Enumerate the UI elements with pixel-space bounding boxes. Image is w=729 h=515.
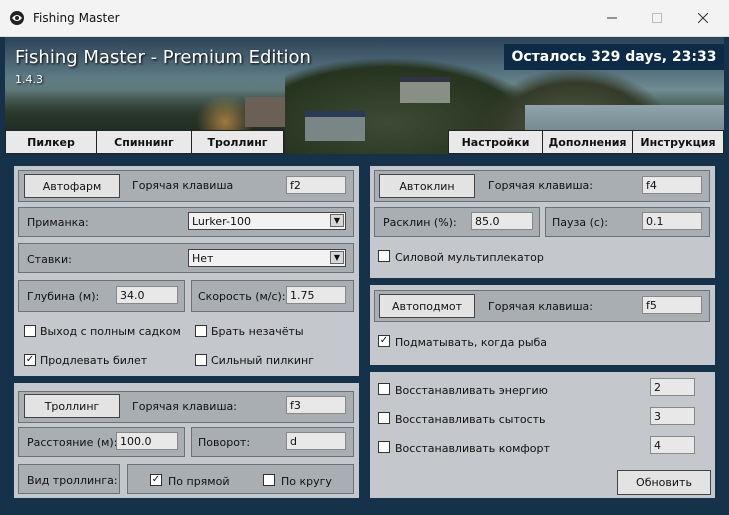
window-title: Fishing Master bbox=[33, 11, 120, 25]
minimize-button[interactable] bbox=[589, 4, 635, 32]
exit-full-checkbox[interactable] bbox=[24, 325, 36, 337]
extend-ticket-checkbox[interactable]: ✓ bbox=[24, 354, 36, 366]
comfort-checkbox[interactable] bbox=[378, 441, 390, 453]
straight-label: По прямой bbox=[168, 475, 230, 488]
depth-field[interactable]: 34.0 bbox=[116, 286, 178, 304]
pause-field[interactable]: 0.1 bbox=[642, 212, 702, 230]
app-version: 1.4.3 bbox=[15, 73, 43, 86]
satiety-label: Восстанавливать сытость bbox=[395, 413, 546, 426]
depth-label: Глубина (м): bbox=[27, 290, 100, 303]
tab-trolling[interactable]: Троллинг bbox=[191, 130, 284, 154]
distance-field[interactable]: 100.0 bbox=[116, 432, 178, 450]
bait-select[interactable]: Lurker-100 ▼ bbox=[188, 212, 346, 230]
banner-image-house bbox=[245, 97, 285, 127]
energy-label: Восстанавливать энергию bbox=[395, 384, 548, 397]
trolling-type-label: Вид троллинга: bbox=[27, 474, 118, 487]
satiety-checkbox[interactable] bbox=[378, 412, 390, 424]
app-logo-icon bbox=[10, 11, 24, 25]
turn-label: Поворот: bbox=[198, 436, 251, 449]
exit-full-label: Выход с полным садком bbox=[40, 325, 181, 338]
take-unrec-label: Брать незачёты bbox=[211, 325, 304, 338]
turn-field[interactable]: d bbox=[286, 432, 346, 450]
energy-checkbox[interactable] bbox=[378, 383, 390, 395]
subscription-timer: Осталось 329 days, 23:33 bbox=[504, 44, 724, 70]
reel-checkbox[interactable]: ✓ bbox=[378, 335, 390, 347]
tab-spinning[interactable]: Спиннинг bbox=[96, 130, 192, 154]
title-bar: Fishing Master bbox=[0, 0, 729, 37]
close-icon bbox=[698, 13, 708, 23]
autofarm-hotkey-field[interactable]: f2 bbox=[286, 176, 346, 194]
bets-select-value: Нет bbox=[192, 251, 214, 265]
bait-select-value: Lurker-100 bbox=[192, 214, 251, 228]
tab-pilker[interactable]: Пилкер bbox=[5, 130, 97, 154]
tab-addons[interactable]: Дополнения bbox=[542, 130, 633, 154]
circle-checkbox[interactable] bbox=[263, 474, 275, 486]
clean-field[interactable]: 85.0 bbox=[471, 212, 533, 230]
autoclean-hotkey-label: Горячая клавиша: bbox=[488, 179, 593, 192]
checkmark-icon: ✓ bbox=[25, 354, 35, 365]
satiety-field[interactable]: 3 bbox=[650, 407, 695, 425]
chevron-down-icon[interactable]: ▼ bbox=[330, 251, 344, 264]
autoclean-hotkey-field[interactable]: f4 bbox=[642, 176, 702, 194]
minimize-icon bbox=[607, 17, 617, 19]
extend-ticket-label: Продлевать билет bbox=[40, 354, 148, 367]
checkmark-icon: ✓ bbox=[379, 335, 389, 346]
app-title: Fishing Master - Premium Edition bbox=[15, 47, 311, 68]
autohook-hotkey-label: Горячая клавиша: bbox=[488, 300, 593, 313]
autofarm-button[interactable]: Автофарм bbox=[24, 174, 120, 198]
close-button[interactable] bbox=[680, 4, 726, 32]
energy-field[interactable]: 2 bbox=[650, 378, 695, 396]
trolling-hotkey-label: Горячая клавиша: bbox=[132, 400, 237, 413]
tab-settings[interactable]: Настройки bbox=[448, 130, 543, 154]
bait-label: Приманка: bbox=[27, 216, 89, 229]
bets-label: Ставки: bbox=[27, 253, 72, 266]
autoclean-button[interactable]: Автоклин bbox=[379, 174, 475, 198]
checkmark-icon: ✓ bbox=[151, 474, 161, 485]
trolling-button[interactable]: Троллинг bbox=[24, 394, 120, 418]
circle-label: По кругу bbox=[281, 475, 332, 488]
update-button[interactable]: Обновить bbox=[617, 470, 711, 495]
comfort-field[interactable]: 4 bbox=[650, 436, 695, 454]
maximize-button[interactable] bbox=[634, 4, 680, 32]
straight-checkbox[interactable]: ✓ bbox=[150, 474, 162, 486]
chevron-down-icon[interactable]: ▼ bbox=[330, 214, 344, 227]
pause-label: Пауза (с): bbox=[552, 216, 608, 229]
clean-label: Расклин (%): bbox=[383, 216, 457, 229]
distance-label: Расстояние (м): bbox=[27, 436, 118, 449]
trolling-hotkey-field[interactable]: f3 bbox=[286, 396, 346, 414]
bets-select[interactable]: Нет ▼ bbox=[188, 249, 346, 267]
banner-image-house bbox=[305, 111, 365, 141]
strong-pilk-checkbox[interactable] bbox=[195, 354, 207, 366]
autohook-hotkey-field[interactable]: f5 bbox=[642, 296, 702, 314]
banner-image-house bbox=[400, 77, 450, 103]
multiplier-label: Силовой мультиплекатор bbox=[395, 251, 544, 264]
tab-instructions[interactable]: Инструкция bbox=[632, 130, 724, 154]
autohook-button[interactable]: Автоподмот bbox=[379, 294, 475, 318]
maximize-icon bbox=[652, 13, 662, 23]
reel-label: Подматывать, когда рыба bbox=[395, 336, 548, 349]
speed-label: Скорость (м/с): bbox=[198, 290, 286, 303]
multiplier-checkbox[interactable] bbox=[378, 250, 390, 262]
autofarm-hotkey-label: Горячая клавиша bbox=[132, 179, 234, 192]
comfort-label: Восстанавливать комфорт bbox=[395, 442, 550, 455]
strong-pilk-label: Сильный пилкинг bbox=[211, 354, 315, 367]
take-unrec-checkbox[interactable] bbox=[195, 325, 207, 337]
speed-field[interactable]: 1.75 bbox=[286, 286, 346, 304]
